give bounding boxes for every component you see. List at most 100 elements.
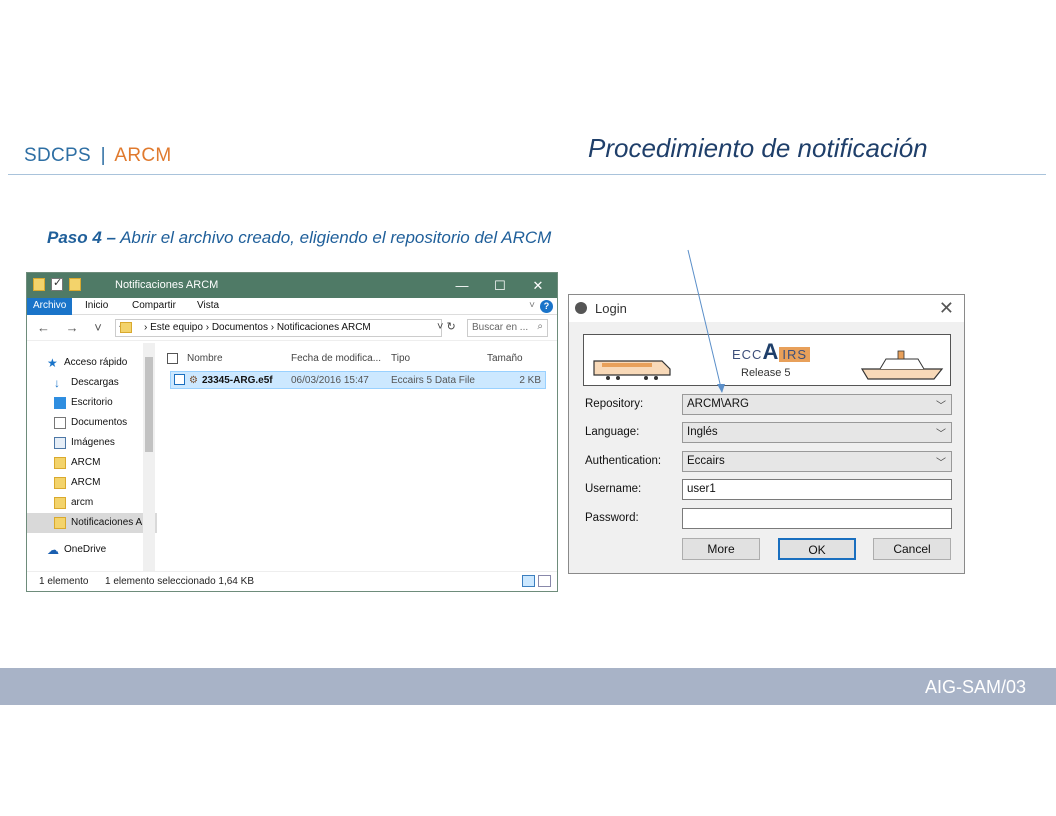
chevron-down-icon[interactable]: ˅ xyxy=(529,300,535,311)
tab-archivo[interactable]: Archivo xyxy=(27,298,73,315)
repository-value: ARCM\ARG xyxy=(687,398,749,410)
eccairs-app-icon xyxy=(575,302,587,314)
search-placeholder: Buscar en ... xyxy=(472,322,529,333)
column-size[interactable]: Tamaño xyxy=(487,353,523,364)
file-size: 2 KB xyxy=(519,375,541,386)
close-button[interactable]: ✕ xyxy=(519,273,557,298)
details-view-icon[interactable] xyxy=(522,575,535,587)
brand-separator: | xyxy=(100,145,106,166)
help-icon[interactable]: ? xyxy=(540,300,553,313)
nav-item-label: Acceso rápido xyxy=(64,357,128,368)
nav-item-label: Documentos xyxy=(71,417,128,428)
file-explorer-window: Notificaciones ARCM — ☐ ✕ Archivo Inicio… xyxy=(26,272,558,592)
desktop-icon xyxy=(54,397,66,409)
username-label: Username: xyxy=(585,483,642,495)
refresh-icon[interactable]: ˅ ↻ xyxy=(437,320,456,333)
status-count: 1 elemento xyxy=(39,576,89,587)
tab-compartir[interactable]: Compartir xyxy=(132,300,176,311)
header-divider xyxy=(8,174,1046,175)
nav-item-quick-access[interactable]: ★ Acceso rápido xyxy=(27,353,157,373)
nav-item-onedrive[interactable]: ☁ OneDrive xyxy=(27,540,157,560)
chevron-down-icon: ﹀ xyxy=(936,429,946,440)
nav-item-images[interactable]: Imágenes ✦ xyxy=(27,433,157,453)
password-label: Password: xyxy=(585,512,639,524)
username-input[interactable]: user1 xyxy=(682,479,952,500)
nav-item-label: OneDrive xyxy=(64,544,107,555)
scrollbar-thumb[interactable] xyxy=(145,357,153,452)
quick-access-toolbar xyxy=(33,276,81,291)
nav-item-label: ARCM xyxy=(71,457,101,468)
column-name[interactable]: Nombre xyxy=(187,353,223,364)
nav-item-label: arcm xyxy=(71,497,94,508)
footer-code: AIG-SAM/03 xyxy=(924,677,1026,697)
column-date[interactable]: Fecha de modifica... xyxy=(291,353,381,364)
nav-item-arcm-3[interactable]: arcm xyxy=(27,493,157,513)
properties-icon[interactable] xyxy=(51,276,63,291)
folder-icon xyxy=(120,322,132,333)
login-dialog: Login ✕ ECCA IRS Release 5 Repository: AR… xyxy=(568,294,965,574)
logo-part-ecc: ECC xyxy=(732,347,763,362)
eccairs-logo: ECCA IRS xyxy=(732,339,811,365)
nav-item-label: ARCM xyxy=(71,477,101,488)
nav-item-downloads[interactable]: ↓ Descargas ✦ xyxy=(27,373,157,393)
chevron-down-icon: ﹀ xyxy=(936,458,946,469)
minimize-button[interactable]: — xyxy=(443,273,481,298)
nav-scrollbar[interactable] xyxy=(143,343,155,571)
search-icon: ⌕ xyxy=(537,321,543,332)
close-icon[interactable]: ✕ xyxy=(939,298,954,319)
repository-select[interactable]: ARCM\ARG ﹀ xyxy=(682,394,952,415)
status-selected: 1 elemento seleccionado 1,64 KB xyxy=(105,576,254,587)
image-icon xyxy=(54,437,66,449)
column-type[interactable]: Tipo xyxy=(391,353,410,364)
authentication-value: Eccairs xyxy=(687,455,725,467)
username-value: user1 xyxy=(687,483,716,495)
footer-bar: AIG-SAM/03 xyxy=(0,668,1056,705)
explorer-title: Notificaciones ARCM xyxy=(115,279,219,291)
authentication-label: Authentication: xyxy=(585,455,662,467)
tab-vista[interactable]: Vista xyxy=(197,300,219,311)
nav-item-desktop[interactable]: Escritorio ✦ xyxy=(27,393,157,413)
repository-label: Repository: xyxy=(585,398,644,410)
language-label: Language: xyxy=(585,426,640,438)
nav-item-documents[interactable]: Documentos ✦ xyxy=(27,413,157,433)
nav-item-notificaciones[interactable]: Notificaciones A xyxy=(27,513,157,533)
document-icon xyxy=(54,417,66,429)
explorer-titlebar: Notificaciones ARCM — ☐ ✕ xyxy=(27,273,557,298)
select-all-checkbox[interactable] xyxy=(167,353,178,367)
folder-icon xyxy=(54,517,66,529)
nav-item-arcm-1[interactable]: ARCM xyxy=(27,453,157,473)
file-type: Eccairs 5 Data File xyxy=(391,375,475,386)
status-bar: 1 elemento 1 elemento seleccionado 1,64 … xyxy=(27,571,557,591)
navigation-pane: ★ Acceso rápido ↓ Descargas ✦ Escritorio… xyxy=(27,343,157,571)
new-folder-icon[interactable] xyxy=(69,278,81,291)
more-button[interactable]: More xyxy=(682,538,760,560)
view-toggle xyxy=(522,575,551,587)
folder-icon xyxy=(54,457,66,469)
maximize-button[interactable]: ☐ xyxy=(481,273,519,298)
file-checkbox[interactable] xyxy=(174,374,185,388)
tiles-view-icon[interactable] xyxy=(538,575,551,587)
brand: SDCPS | ARCM xyxy=(24,145,172,167)
search-input[interactable]: Buscar en ... ⌕ xyxy=(467,319,548,337)
cancel-button[interactable]: Cancel xyxy=(873,538,951,560)
language-select[interactable]: Inglés ﹀ xyxy=(682,422,952,443)
cloud-icon: ☁ xyxy=(47,543,59,557)
logo-part-a: A xyxy=(762,339,780,364)
file-row[interactable]: ⚙ 23345-ARG.e5f 06/03/2016 15:47 Eccairs… xyxy=(170,371,546,389)
tab-inicio[interactable]: Inicio xyxy=(85,300,108,311)
login-title: Login xyxy=(595,301,627,316)
step-label: Paso 4 – xyxy=(47,228,116,247)
file-name: 23345-ARG.e5f xyxy=(202,375,273,386)
nav-item-label: Escritorio xyxy=(71,397,113,408)
password-input[interactable] xyxy=(682,508,952,529)
ribbon-tabs: Archivo Inicio Compartir Vista ˅ ? xyxy=(27,298,557,315)
nav-item-arcm-2[interactable]: ARCM xyxy=(27,473,157,493)
authentication-select[interactable]: Eccairs ﹀ xyxy=(682,451,952,472)
address-path[interactable]: › Este equipo › Documentos › Notificacio… xyxy=(115,319,442,337)
release-label: Release 5 xyxy=(741,367,791,379)
eccairs-banner: ECCA IRS Release 5 xyxy=(583,334,951,386)
file-date: 06/03/2016 15:47 xyxy=(291,375,369,386)
train-icon xyxy=(593,360,671,380)
ok-button[interactable]: OK xyxy=(778,538,856,560)
ship-icon xyxy=(860,350,944,380)
